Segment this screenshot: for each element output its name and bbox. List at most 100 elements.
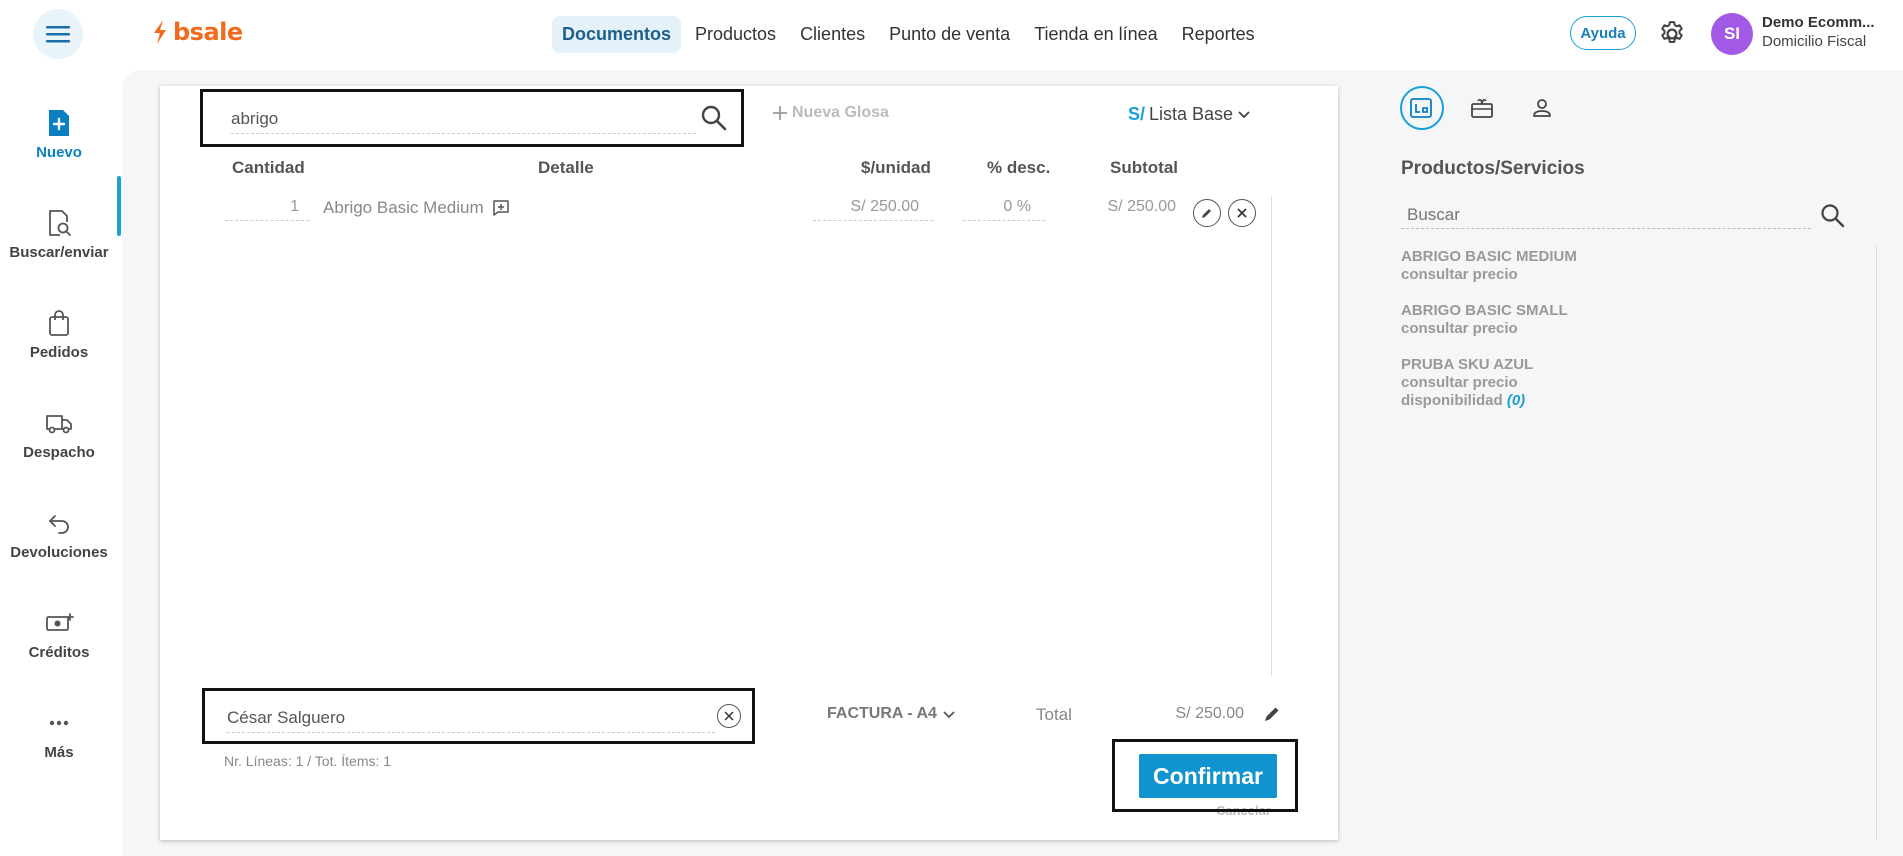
total-label: Total [1036,705,1072,724]
line-discount[interactable]: 0 % [963,198,1045,221]
product-name: ABRIGO BASIC MEDIUM [1401,248,1577,265]
close-icon [1237,208,1247,218]
column-header-detail: Detalle [538,158,594,177]
product-name: ABRIGO BASIC SMALL [1401,302,1568,319]
scrollbar[interactable] [1876,246,1877,840]
nav-productos[interactable]: Productos [685,16,786,53]
total-value: S/ 250.00 [1175,705,1245,722]
line-qty[interactable]: 1 [225,198,309,221]
product-availability: disponibilidad (0) [1401,392,1533,410]
line-unit-price[interactable]: S/ 250.00 [813,198,933,221]
column-header-subtotal: Subtotal [1110,158,1178,177]
price-list-select[interactable]: S/ Lista Base [1128,104,1251,125]
sidebar-item-label: Créditos [28,644,90,661]
sidebar-item-despacho[interactable]: Despacho [0,408,118,461]
chevron-down-icon [943,710,955,718]
search-icon[interactable] [1818,201,1848,231]
nueva-glosa-button[interactable]: Nueva Glosa [772,104,889,122]
more-icon [44,708,74,738]
line-counts: Nr. Líneas: 1 / Tot. Ítems: 1 [224,753,392,769]
product-search-input[interactable] [231,104,696,134]
edit-line-button[interactable] [1193,199,1221,227]
line-detail: Abrigo Basic Medium [323,198,510,218]
document-type-select[interactable]: FACTURA - A4 [827,705,955,723]
column-header-discount: % desc. [987,158,1051,177]
confirm-button[interactable]: Confirmar [1139,754,1277,798]
tab-products[interactable] [1400,86,1444,130]
money-icon [44,608,74,638]
bolt-icon [154,20,166,44]
plus-icon [773,106,787,120]
sidebar-item-label: Devoluciones [10,544,108,561]
nav-tienda-en-linea[interactable]: Tienda en línea [1024,16,1167,53]
sidebar-item-nuevo[interactable]: Nuevo [0,108,118,161]
column-header-unit-price: $/unidad [861,158,931,177]
account-branch: Domicilio Fiscal [1762,33,1867,50]
pencil-icon [1202,209,1211,218]
user-icon [1533,99,1551,117]
confirm-box: Confirmar [1112,739,1298,812]
top-bar: bsale Documentos Productos Clientes Punt… [0,0,1903,68]
price-list-name: Lista Base [1149,104,1234,124]
new-document-icon [44,108,74,138]
nav-clientes[interactable]: Clientes [790,16,875,53]
remove-line-button[interactable] [1228,199,1256,227]
avatar[interactable]: SI [1711,13,1753,55]
line-subtotal: S/ 250.00 [1107,198,1177,215]
clear-client-button[interactable] [717,704,741,728]
help-button[interactable]: Ayuda [1570,16,1636,50]
sidebar-item-creditos[interactable]: Créditos [0,608,118,661]
bsale-logo[interactable]: bsale [151,16,243,48]
product-price: consultar precio [1401,320,1518,337]
pencil-icon[interactable] [1262,704,1282,724]
availability-value: (0) [1506,392,1526,409]
sidebar-item-label: Más [44,744,74,761]
sidebar-item-pedidos[interactable]: Pedidos [0,308,118,361]
bag-icon [44,308,74,338]
gift-card-icon [1471,98,1493,118]
line-detail-text: Abrigo Basic Medium [323,198,484,217]
hamburger-menu-button[interactable] [33,9,83,59]
product-price: consultar precio [1401,374,1518,391]
main-nav: Documentos Productos Clientes Punto de v… [552,14,1265,54]
currency-symbol: S/ [1128,104,1146,124]
sidebar: Nuevo Buscar/enviar Pedidos Despacho Dev… [0,68,121,856]
sidebar-item-label: Buscar/enviar [9,244,109,261]
products-search-input[interactable] [1401,201,1811,229]
document-type-label: FACTURA - A4 [827,705,937,722]
products-panel-title: Productos/Servicios [1401,158,1585,179]
product-list-item[interactable]: PRUBA SKU AZUL consultar precio disponib… [1401,356,1533,410]
product-list-item[interactable]: ABRIGO BASIC SMALL consultar precio [1401,302,1568,338]
sidebar-item-label: Despacho [23,444,95,461]
product-name: PRUBA SKU AZUL [1401,356,1534,373]
column-header-qty: Cantidad [232,158,305,177]
gear-icon[interactable] [1657,19,1687,49]
divider [1271,196,1272,676]
chevron-down-icon [1238,110,1250,118]
product-list-item[interactable]: ABRIGO BASIC MEDIUM consultar precio [1401,248,1577,284]
return-icon [44,508,74,538]
truck-icon [44,408,74,438]
nav-documentos[interactable]: Documentos [552,15,682,53]
sidebar-item-buscar[interactable]: Buscar/enviar [0,208,118,261]
sidebar-item-label: Nuevo [36,144,82,161]
account-info[interactable]: Demo Ecomm... Domicilio Fiscal [1762,14,1892,50]
sidebar-item-devoluciones[interactable]: Devoluciones [0,508,118,561]
logo-text: bsale [173,18,243,46]
product-price: consultar precio [1401,266,1518,283]
search-icon[interactable] [698,102,730,134]
nav-reportes[interactable]: Reportes [1172,16,1265,53]
tab-gift[interactable] [1462,88,1502,128]
nav-punto-de-venta[interactable]: Punto de venta [879,16,1020,53]
sidebar-item-mas[interactable]: Más [0,708,118,761]
pos-products-icon [1410,98,1432,118]
close-icon [724,711,734,721]
menu-icon [46,26,70,43]
product-search-box [200,89,744,147]
sidebar-item-label: Pedidos [29,344,89,361]
client-input[interactable] [227,703,715,733]
add-comment-icon[interactable] [492,199,510,217]
client-box [202,688,755,744]
tab-client[interactable] [1522,88,1562,128]
account-name: Demo Ecomm... [1762,14,1875,31]
